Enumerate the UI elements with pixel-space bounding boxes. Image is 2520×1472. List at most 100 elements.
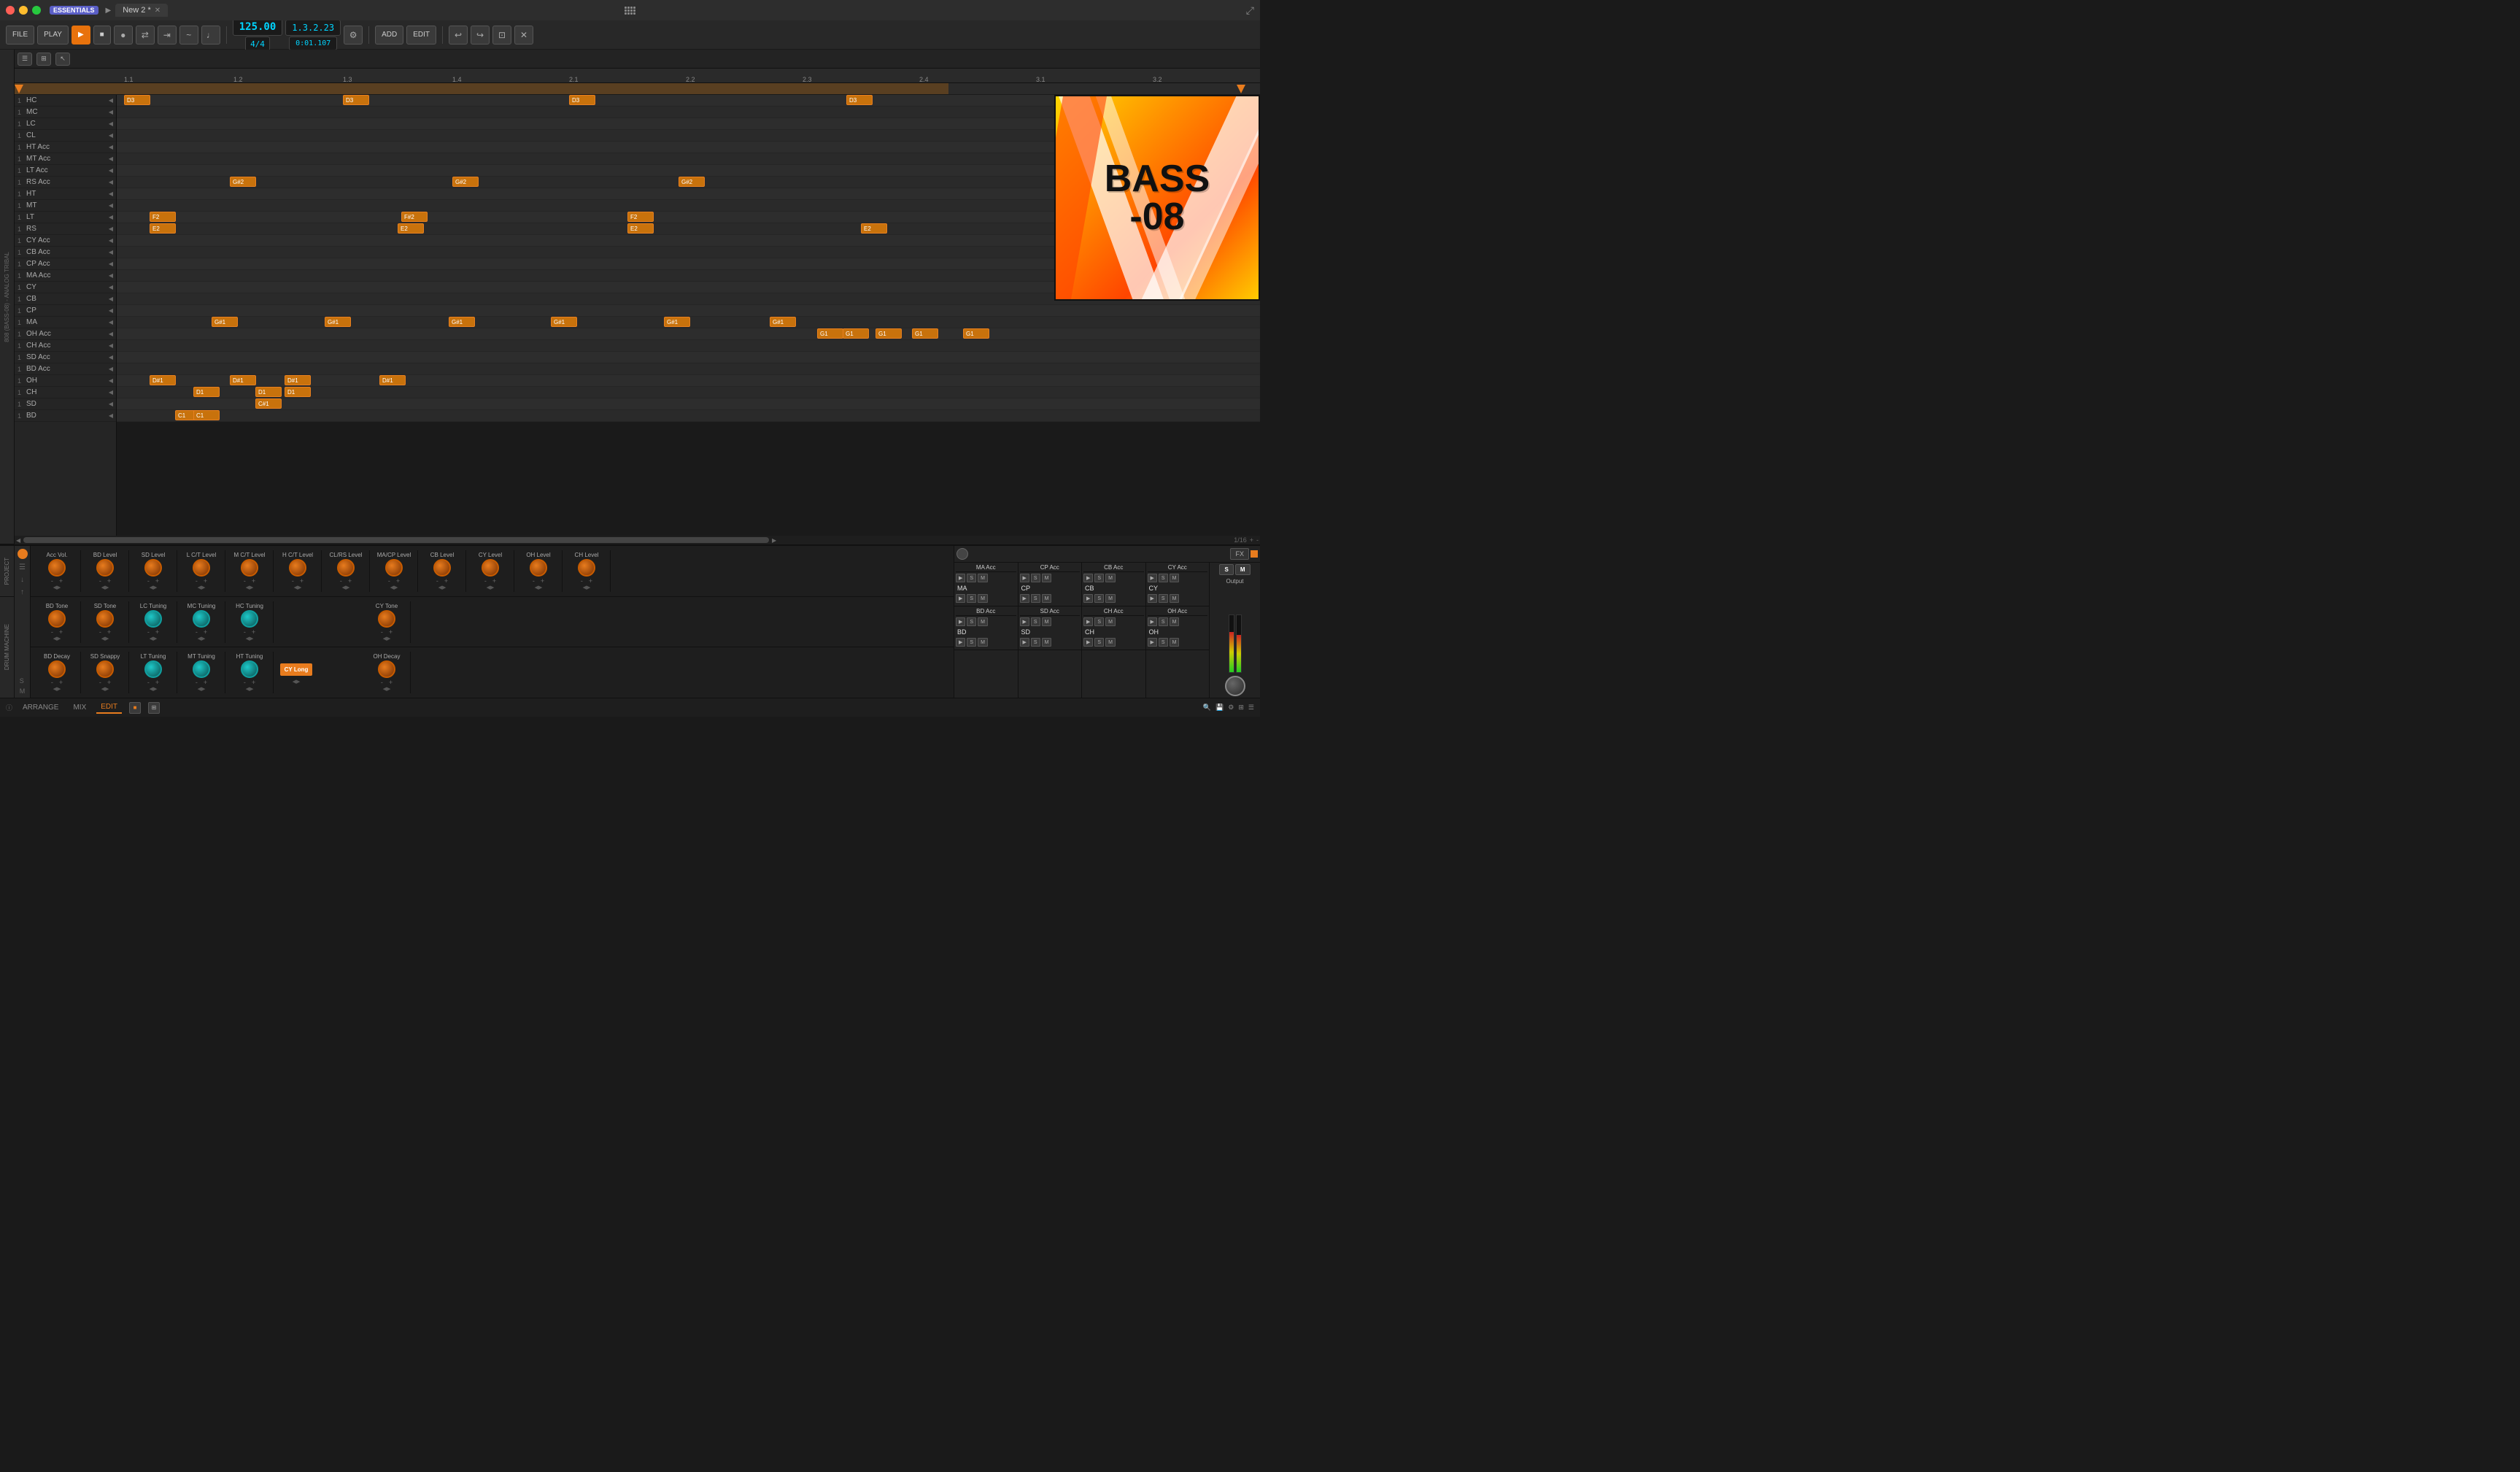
- clip[interactable]: F#2: [401, 212, 428, 222]
- level-knob[interactable]: [289, 559, 306, 577]
- play-label-btn[interactable]: PLAY: [37, 26, 69, 45]
- menu-icon[interactable]: ☰: [1248, 704, 1254, 712]
- right-knob-button[interactable]: [956, 548, 968, 560]
- undo-button[interactable]: ↩: [449, 26, 468, 45]
- clip[interactable]: G#1: [551, 317, 577, 327]
- scroll-thumb[interactable]: [23, 537, 769, 543]
- grid-icon[interactable]: ⊞: [1238, 704, 1244, 712]
- clip[interactable]: E2: [861, 223, 887, 234]
- cy-tone-minus[interactable]: -: [381, 628, 383, 636]
- clip[interactable]: D#1: [379, 375, 406, 385]
- clip[interactable]: D#1: [230, 375, 256, 385]
- scroll-right-btn[interactable]: ▶: [772, 537, 776, 544]
- cp-acc-solo-btn[interactable]: S: [1031, 574, 1040, 582]
- clip[interactable]: G1: [817, 328, 843, 339]
- cy-play2-btn[interactable]: ▶: [1148, 594, 1157, 603]
- ch-play2-btn[interactable]: ▶: [1083, 638, 1093, 647]
- cb-play2-btn[interactable]: ▶: [1083, 594, 1093, 603]
- ht-tuning-plus[interactable]: +: [252, 679, 255, 686]
- clip[interactable]: D3: [846, 95, 873, 105]
- sd-play2-btn[interactable]: ▶: [1020, 638, 1029, 647]
- s-button[interactable]: S: [1219, 564, 1233, 575]
- sd-snappy-plus[interactable]: +: [107, 679, 111, 686]
- clip[interactable]: E2: [150, 223, 176, 234]
- stop-button[interactable]: ■: [93, 26, 111, 45]
- track-label-oh[interactable]: 1OH◀: [15, 375, 116, 387]
- bd-acc-play-btn[interactable]: ▶: [956, 617, 965, 626]
- sd-acc-play-btn[interactable]: ▶: [1020, 617, 1029, 626]
- bd-decay-knob[interactable]: [48, 660, 66, 678]
- track-list-toggle[interactable]: ☰: [18, 53, 32, 66]
- clip[interactable]: G#1: [664, 317, 690, 327]
- level-minus[interactable]: -: [99, 577, 101, 585]
- track-label-lc[interactable]: 1LC◀: [15, 118, 116, 130]
- ch-acc-play-btn[interactable]: ▶: [1083, 617, 1093, 626]
- track-label-lt[interactable]: 1LT◀: [15, 212, 116, 223]
- ch-acc-mute-btn[interactable]: M: [1105, 617, 1116, 626]
- level-knob[interactable]: [482, 559, 499, 577]
- arrow-down-icon[interactable]: ↓: [20, 576, 24, 584]
- hc-tuning-knob[interactable]: [241, 610, 258, 628]
- clip[interactable]: G1: [843, 328, 869, 339]
- oh-decay-plus[interactable]: +: [389, 679, 393, 686]
- ht-tuning-minus[interactable]: -: [244, 679, 246, 686]
- ch-acc-solo-btn[interactable]: S: [1094, 617, 1104, 626]
- clip[interactable]: C#1: [255, 398, 282, 409]
- cy-long-button[interactable]: CY Long: [280, 663, 313, 676]
- close-button[interactable]: [6, 6, 15, 15]
- track-label-ch-acc[interactable]: 1CH Acc◀: [15, 340, 116, 352]
- ch-solo2-btn[interactable]: S: [1094, 638, 1104, 647]
- track-label-rs[interactable]: 1RS◀: [15, 223, 116, 235]
- bd-decay-minus[interactable]: -: [51, 679, 53, 686]
- edit-icon-btn[interactable]: ■: [129, 702, 141, 714]
- fx-button[interactable]: FX: [1230, 548, 1249, 560]
- scroll-left-btn[interactable]: ◀: [16, 537, 20, 544]
- clip[interactable]: G1: [876, 328, 902, 339]
- maximize-button[interactable]: [32, 6, 41, 15]
- punch-button[interactable]: ⇥: [158, 26, 177, 45]
- clip[interactable]: F2: [627, 212, 654, 222]
- level-plus[interactable]: +: [59, 577, 63, 585]
- cursor-tool[interactable]: ↖: [55, 53, 70, 66]
- track-label-cp-acc[interactable]: 1CP Acc◀: [15, 258, 116, 270]
- track-label-mt[interactable]: 1MT◀: [15, 200, 116, 212]
- track-label-hc[interactable]: 1HC◀: [15, 95, 116, 107]
- ma-acc-mute-btn[interactable]: M: [978, 574, 988, 582]
- ma-solo2-btn[interactable]: S: [967, 594, 976, 603]
- cp-acc-mute-btn[interactable]: M: [1042, 574, 1052, 582]
- file-button[interactable]: FILE: [6, 26, 34, 45]
- mc-tuning-minus[interactable]: -: [196, 628, 198, 636]
- ma-acc-play2-btn[interactable]: ▶: [956, 594, 965, 603]
- clip[interactable]: C1: [193, 410, 220, 420]
- mc-tuning-plus[interactable]: +: [204, 628, 207, 636]
- arrow-up-icon[interactable]: ↑: [20, 588, 24, 596]
- metronome-button[interactable]: ♩: [201, 26, 220, 45]
- sd-solo2-btn[interactable]: S: [1031, 638, 1040, 647]
- track-label-cp[interactable]: 1CP◀: [15, 305, 116, 317]
- bd-tone-minus[interactable]: -: [51, 628, 53, 636]
- level-knob[interactable]: [241, 559, 258, 577]
- mc-tuning-knob[interactable]: [193, 610, 210, 628]
- track-label-oh-acc[interactable]: 1OH Acc◀: [15, 328, 116, 340]
- level-plus[interactable]: +: [252, 577, 255, 585]
- level-knob[interactable]: [48, 559, 66, 577]
- cb-acc-solo-btn[interactable]: S: [1094, 574, 1104, 582]
- tab-arrange[interactable]: ARRANGE: [18, 702, 63, 713]
- level-plus[interactable]: +: [155, 577, 159, 585]
- bd-mute2-btn[interactable]: M: [978, 638, 988, 647]
- cy-tone-plus[interactable]: +: [389, 628, 393, 636]
- piano-roll-btn[interactable]: ⊞: [148, 702, 160, 714]
- cb-acc-play-btn[interactable]: ▶: [1083, 574, 1093, 582]
- bd-play2-btn[interactable]: ▶: [956, 638, 965, 647]
- level-plus[interactable]: +: [541, 577, 544, 585]
- arrange-scrollbar[interactable]: ◀ ▶ 1/16 + -: [15, 536, 1260, 544]
- sd-tone-minus[interactable]: -: [99, 628, 101, 636]
- tab-close-button[interactable]: ✕: [155, 7, 161, 15]
- sd-tone-plus[interactable]: +: [107, 628, 111, 636]
- mt-tuning-knob[interactable]: [193, 660, 210, 678]
- cp-mute2-btn[interactable]: M: [1042, 594, 1052, 603]
- ma-mute2-btn[interactable]: M: [978, 594, 988, 603]
- cb-acc-mute-btn[interactable]: M: [1105, 574, 1116, 582]
- level-minus[interactable]: -: [533, 577, 535, 585]
- search-icon[interactable]: 🔍: [1203, 704, 1211, 712]
